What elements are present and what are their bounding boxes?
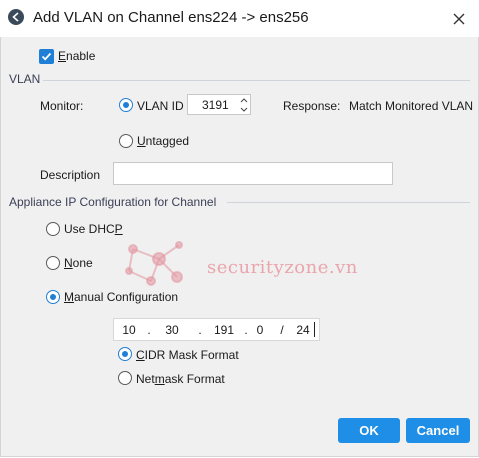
close-button[interactable]	[446, 6, 472, 32]
ip-prefix[interactable]: 24	[295, 323, 311, 337]
vlan-id-label[interactable]: VLAN ID	[137, 99, 184, 113]
vlan-id-spinner[interactable]: 3191	[187, 94, 251, 115]
ip-octet-3[interactable]: 191	[213, 323, 235, 337]
ip-section-divider	[227, 202, 470, 203]
watermark-logo	[125, 241, 183, 286]
vlan-section-title: VLAN	[9, 72, 41, 86]
untagged-label[interactable]: Untagged	[137, 134, 189, 148]
ip-octet-4[interactable]: 0	[254, 323, 266, 337]
none-label[interactable]: None	[64, 256, 93, 270]
window-title: Add VLAN on Channel ens224 -> ens256	[33, 9, 309, 26]
manual-config-radio[interactable]	[46, 290, 60, 304]
enable-label[interactable]: Enable	[58, 49, 95, 63]
watermark-text: securityzone.vn	[207, 257, 358, 278]
ip-octet-2[interactable]: 30	[164, 323, 180, 337]
use-dhcp-radio[interactable]	[46, 222, 60, 236]
vlan-id-radio[interactable]	[119, 98, 133, 112]
spinner-arrows-icon[interactable]	[239, 96, 249, 114]
vlan-section-divider	[43, 80, 470, 81]
enable-checkbox[interactable]	[39, 49, 54, 64]
ip-dot-1: .	[147, 323, 151, 337]
title-bar: Add VLAN on Channel ens224 -> ens256	[0, 0, 479, 37]
dialog-body: Enable VLAN Monitor: VLAN ID 3191 Respon…	[0, 37, 479, 457]
netmask-format-radio[interactable]	[118, 371, 132, 385]
monitor-label: Monitor:	[40, 99, 84, 113]
ip-dot-2: .	[198, 323, 202, 337]
ip-octet-1[interactable]: 10	[122, 323, 136, 337]
none-radio[interactable]	[46, 256, 60, 270]
ip-address-field[interactable]: 10 . 30 . 191 . 0 / 24	[113, 318, 320, 341]
description-label: Description	[40, 168, 101, 182]
close-icon	[453, 13, 465, 25]
ip-slash: /	[280, 323, 284, 337]
cancel-button[interactable]: Cancel	[406, 418, 470, 443]
check-icon	[41, 52, 52, 61]
cidr-format-label[interactable]: CIDR Mask Format	[136, 348, 239, 362]
ip-section-title: Appliance IP Configuration for Channel	[9, 195, 217, 209]
untagged-radio[interactable]	[119, 134, 133, 148]
netmask-format-label[interactable]: Netmask Format	[136, 372, 225, 386]
use-dhcp-label[interactable]: Use DHCP	[64, 222, 123, 236]
description-input[interactable]	[113, 162, 393, 185]
response-label: Response:	[283, 99, 341, 113]
cidr-format-radio[interactable]	[118, 347, 132, 361]
vlan-id-value: 3191	[202, 98, 229, 112]
app-icon	[8, 9, 24, 25]
text-cursor	[314, 322, 315, 337]
ok-button[interactable]: OK	[338, 418, 400, 443]
response-value: Match Monitored VLAN	[349, 99, 474, 113]
manual-config-label[interactable]: Manual Configuration	[64, 290, 178, 304]
ip-dot-3: .	[244, 323, 248, 337]
